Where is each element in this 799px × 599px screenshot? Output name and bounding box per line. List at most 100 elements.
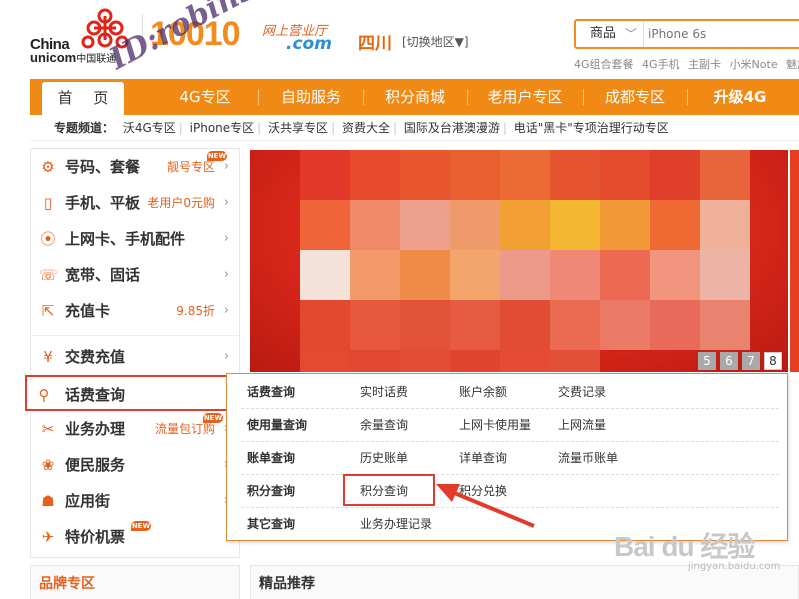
- mosaic-tile: [600, 300, 650, 350]
- main-nav: 首 页 4G专区 自助服务 积分商城 老用户专区 成都专区 升级4G: [30, 79, 799, 115]
- query-link-data-traffic[interactable]: 上网流量: [558, 409, 606, 442]
- topic-link[interactable]: 电话"黑卡"专项治理行动专区: [514, 121, 669, 135]
- query-link-detail-bill[interactable]: 详单查询: [459, 442, 507, 475]
- sidebar-item-app-street[interactable]: ☗ 应用街 ›: [31, 483, 239, 519]
- sidebar-item-convenience[interactable]: ❀ 便民服务 ›: [31, 447, 239, 483]
- mosaic-tile: [350, 200, 400, 250]
- mosaic-tile: [300, 350, 350, 372]
- sidebar-item-extra[interactable]: 老用户0元购: [147, 185, 215, 221]
- hot-word[interactable]: 小米Note: [730, 58, 778, 71]
- topic-link[interactable]: 沃4G专区: [123, 121, 176, 135]
- query-row-label: 积分查询: [247, 484, 296, 498]
- unicom-wordmark: China unicom中国联通: [30, 37, 116, 66]
- nav-upgrade-4g[interactable]: 升级4G: [690, 79, 790, 115]
- mosaic-tile: [600, 150, 650, 200]
- separator: |: [331, 121, 336, 135]
- query-row-usage: 使用量查询 余量查询 上网卡使用量 上网流量: [241, 409, 779, 442]
- nav-self-service[interactable]: 自助服务: [262, 79, 360, 115]
- query-row-statement: 账单查询 历史账单 详单查询 流量币账单: [241, 442, 779, 475]
- mosaic-tile: [600, 250, 650, 300]
- search-input[interactable]: [648, 23, 798, 45]
- chevron-right-icon: ›: [223, 231, 229, 246]
- query-row-label: 使用量查询: [247, 418, 308, 432]
- switch-region-link[interactable]: [切换地区▼]: [402, 33, 469, 50]
- signal-icon: ⦿: [40, 230, 56, 248]
- separator: |: [178, 121, 183, 135]
- banner-page-dot[interactable]: 6: [720, 352, 738, 370]
- tools-icon: ✂: [41, 420, 55, 438]
- nav-separator: [258, 89, 259, 105]
- banner-page-dot-active[interactable]: 8: [764, 352, 782, 370]
- sidebar-item-label: 话费查询: [65, 386, 126, 404]
- nav-old-users[interactable]: 老用户专区: [470, 79, 580, 115]
- sidebar-item-business[interactable]: ✂ 业务办理 流量包订购 NEW ›: [31, 411, 239, 447]
- baidu-jingyan-watermark: Bai du 经验: [614, 531, 755, 562]
- sidebar-item-pay-recharge[interactable]: ¥ 交费充值 ›: [31, 339, 239, 375]
- robot-icon: ☗: [41, 492, 55, 510]
- mosaic-tile: [500, 250, 550, 300]
- new-badge: NEW: [131, 521, 151, 531]
- sidebar-item-recharge-card[interactable]: ⇱ 充值卡 9.85折 ›: [31, 293, 239, 329]
- nav-home[interactable]: 首 页: [42, 82, 124, 115]
- sidebar-item-flight[interactable]: ✈ 特价机票 NEW: [31, 519, 239, 555]
- hot-word[interactable]: 4G组合套餐: [574, 58, 634, 71]
- mosaic-tile: [350, 300, 400, 350]
- query-link-business-record[interactable]: 业务办理记录: [360, 508, 432, 541]
- chevron-right-icon: ›: [223, 349, 229, 364]
- hot-word[interactable]: 魅族: [786, 58, 799, 71]
- topic-link[interactable]: 国际及台港澳漫游: [404, 121, 500, 135]
- mosaic-tile: [450, 150, 500, 200]
- sidebar-item-data-card[interactable]: ⦿ 上网卡、手机配件 ›: [31, 221, 239, 257]
- query-link-history-bill[interactable]: 历史账单: [360, 442, 408, 475]
- site-domain: .com: [286, 34, 332, 54]
- mosaic-tile: [450, 200, 500, 250]
- sidebar-item-label: 上网卡、手机配件: [65, 230, 186, 248]
- nav-4g-zone[interactable]: 4G专区: [156, 79, 254, 115]
- mosaic-tile: [350, 150, 400, 200]
- search-icon: ⚲: [38, 386, 50, 404]
- nav-points-mall[interactable]: 积分商城: [366, 79, 464, 115]
- mosaic-tile: [650, 150, 700, 200]
- mosaic-tile: [450, 300, 500, 350]
- mosaic-tile: [700, 250, 750, 300]
- sidebar-item-bill-query[interactable]: ⚲ 话费查询: [25, 375, 239, 411]
- sidebar-item-broadband[interactable]: ☏ 宽带、固话 ›: [31, 257, 239, 293]
- mosaic-tile: [400, 250, 450, 300]
- sidebar-item-extra[interactable]: 9.85折: [176, 293, 215, 329]
- search-category-select[interactable]: 商品 ﹀: [576, 21, 644, 47]
- sidebar-item-number-plan[interactable]: ⚙ 号码、套餐 靓号专区 NEW ›: [31, 149, 239, 185]
- query-link-datacard-usage[interactable]: 上网卡使用量: [459, 409, 531, 442]
- query-link-payment-record[interactable]: 交费记录: [558, 376, 606, 409]
- hot-word[interactable]: 主副卡: [688, 58, 721, 71]
- hot-word[interactable]: 4G手机: [642, 58, 680, 71]
- topic-link[interactable]: iPhone专区: [190, 121, 255, 135]
- topic-link[interactable]: 资费大全: [342, 121, 390, 135]
- region-name: 四川: [358, 34, 392, 54]
- category-sidebar: ⚙ 号码、套餐 靓号专区 NEW › ▯ 手机、平板 老用户0元购 › ⦿ 上网…: [25, 148, 240, 558]
- mosaic-tile: [550, 300, 600, 350]
- query-link-realtime-fee[interactable]: 实时话费: [360, 376, 408, 409]
- sidebar-item-label: 业务办理: [65, 420, 126, 438]
- query-link-coin-bill[interactable]: 流量币账单: [558, 442, 618, 475]
- mosaic-tile: [350, 250, 400, 300]
- nav-chengdu-zone[interactable]: 成都专区: [586, 79, 684, 115]
- chevron-down-icon: ﹀: [624, 27, 637, 41]
- sidebar-item-label: 交费充值: [65, 348, 126, 366]
- topic-link[interactable]: 沃共享专区: [268, 121, 328, 135]
- query-link-remaining[interactable]: 余量查询: [360, 409, 408, 442]
- side-banner-edge[interactable]: [790, 150, 799, 372]
- brand-line2: unicom: [30, 50, 77, 65]
- banner-page-dot[interactable]: 7: [742, 352, 760, 370]
- search-box: 商品 ﹀: [574, 19, 799, 49]
- query-row-bill: 话费查询 实时话费 账户余额 交费记录: [241, 376, 779, 409]
- mosaic-tile: [450, 350, 500, 372]
- sidebar-item-phone-tablet[interactable]: ▯ 手机、平板 老用户0元购 ›: [31, 185, 239, 221]
- query-link-balance[interactable]: 账户余额: [459, 376, 507, 409]
- query-row-label: 话费查询: [247, 385, 296, 399]
- yuan-icon: ¥: [43, 348, 53, 366]
- mosaic-tile: [500, 150, 550, 200]
- separator: |: [392, 121, 397, 135]
- banner-page-dot[interactable]: 5: [698, 352, 716, 370]
- sidebar-item-label: 宽带、固话: [65, 266, 141, 284]
- phone-icon: ▯: [43, 194, 53, 212]
